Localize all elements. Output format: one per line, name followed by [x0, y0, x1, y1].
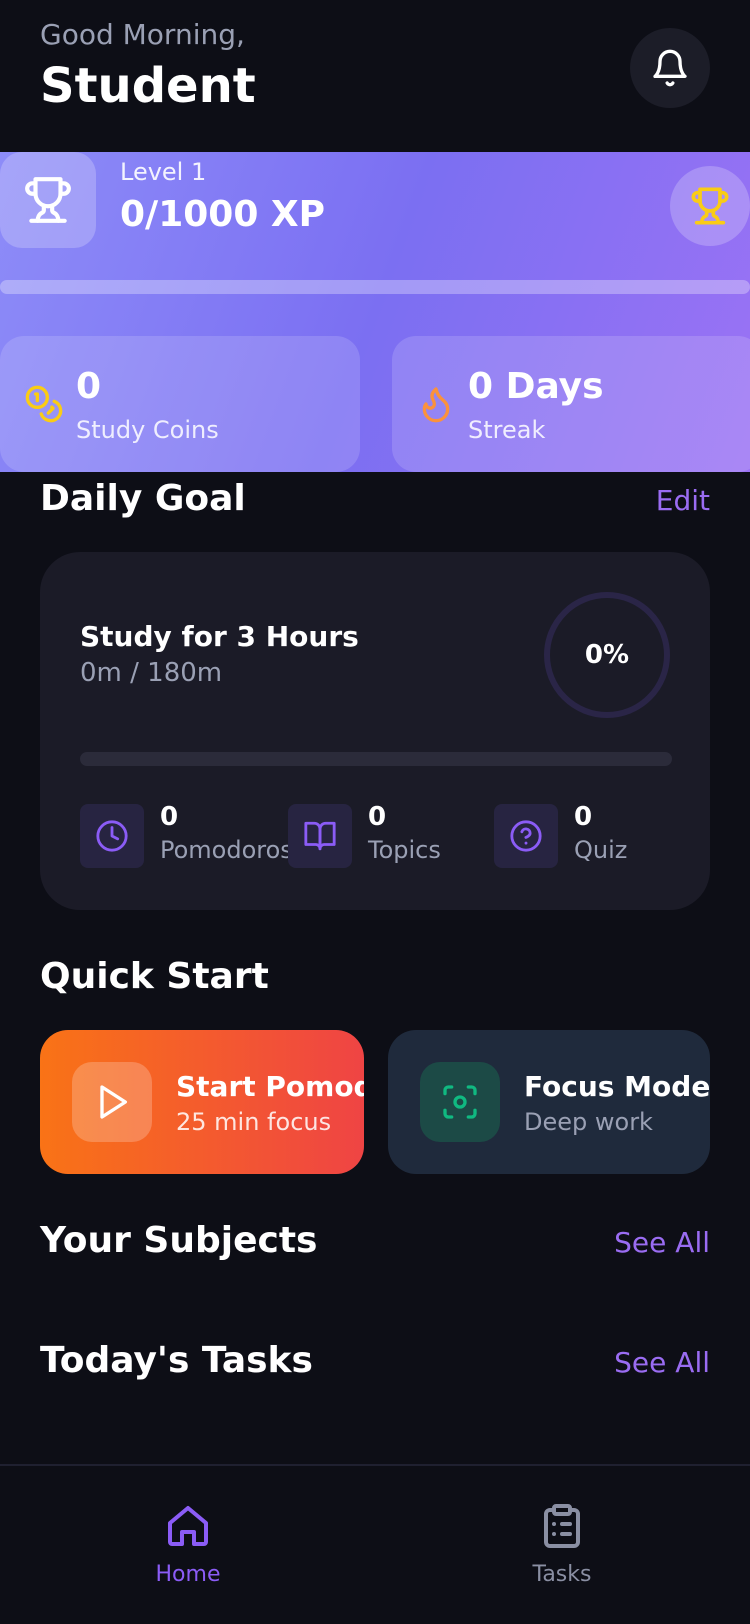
nav-label-home: Home [155, 1562, 221, 1587]
pomodoro-subtitle: 25 min focus [176, 1108, 332, 1136]
question-icon-box [494, 804, 558, 868]
clock-icon-box [80, 804, 144, 868]
focus-mode-button[interactable]: Focus Mode Deep work [388, 1030, 710, 1174]
topics-value: 0 [368, 802, 387, 832]
coins-label: Study Coins [76, 416, 219, 444]
nav-item-home[interactable]: Home [108, 1502, 268, 1612]
home-icon [168, 1506, 208, 1546]
xp-progress-bar [0, 280, 750, 294]
coins-icon [25, 385, 63, 423]
study-coins-card[interactable]: 0 Study Coins [0, 336, 360, 472]
coins-value: 0 [76, 366, 102, 407]
streak-card[interactable]: 0 Days Streak [392, 336, 750, 472]
achievements-button[interactable] [670, 166, 750, 246]
quiz-value: 0 [574, 802, 593, 832]
daily-goal-card: Study for 3 Hours 0m / 180m 0% 0 Pomodor… [40, 552, 710, 910]
play-icon [100, 1085, 128, 1119]
focus-icon-box [420, 1062, 500, 1142]
notification-button[interactable] [630, 28, 710, 108]
focus-title: Focus Mode [524, 1070, 710, 1103]
user-name: Student [40, 58, 256, 114]
bottom-navigation: Home Tasks [0, 1464, 750, 1624]
streak-value: 0 Days [468, 366, 604, 407]
goal-title: Study for 3 Hours [80, 620, 359, 653]
question-icon [510, 820, 542, 852]
book-icon-box [288, 804, 352, 868]
pomodoro-title: Start Pomodoro [176, 1070, 364, 1103]
daily-goal-title: Daily Goal [40, 478, 246, 519]
level-card: Level 1 0/1000 XP 0 Study Coins 0 Days S… [0, 152, 750, 472]
xp-value: 0/1000 XP [120, 194, 326, 235]
focus-subtitle: Deep work [524, 1108, 653, 1136]
clock-icon [96, 820, 128, 852]
tasks-see-all-link[interactable]: See All [614, 1346, 710, 1379]
topics-label: Topics [368, 836, 441, 864]
nav-label-tasks: Tasks [532, 1562, 592, 1587]
quick-start-title: Quick Start [40, 956, 269, 997]
edit-goal-link[interactable]: Edit [656, 484, 710, 517]
subjects-see-all-link[interactable]: See All [614, 1226, 710, 1259]
greeting-text: Good Morning, [40, 18, 245, 51]
quiz-label: Quiz [574, 836, 628, 864]
header: Good Morning, Student [0, 0, 750, 152]
flame-icon [422, 387, 450, 423]
nav-item-tasks[interactable]: Tasks [482, 1502, 642, 1612]
goal-percent: 0% [584, 640, 630, 670]
clipboard-icon [544, 1504, 580, 1548]
start-pomodoro-button[interactable]: Start Pomodoro 25 min focus [40, 1030, 364, 1174]
trophy-icon [25, 177, 71, 223]
subjects-title: Your Subjects [40, 1220, 318, 1261]
goal-progress-bar [80, 752, 672, 766]
level-trophy-badge [0, 152, 96, 248]
bell-icon [653, 49, 687, 87]
goal-progress-text: 0m / 180m [80, 658, 223, 688]
tasks-title: Today's Tasks [40, 1340, 313, 1381]
book-icon [304, 821, 336, 851]
play-icon-box [72, 1062, 152, 1142]
gold-trophy-icon [691, 187, 729, 225]
focus-icon [443, 1085, 477, 1119]
pomodoros-value: 0 [160, 802, 179, 832]
streak-label: Streak [468, 416, 546, 444]
level-label: Level 1 [120, 158, 207, 186]
pomodoros-label: Pomodoros [160, 836, 293, 864]
